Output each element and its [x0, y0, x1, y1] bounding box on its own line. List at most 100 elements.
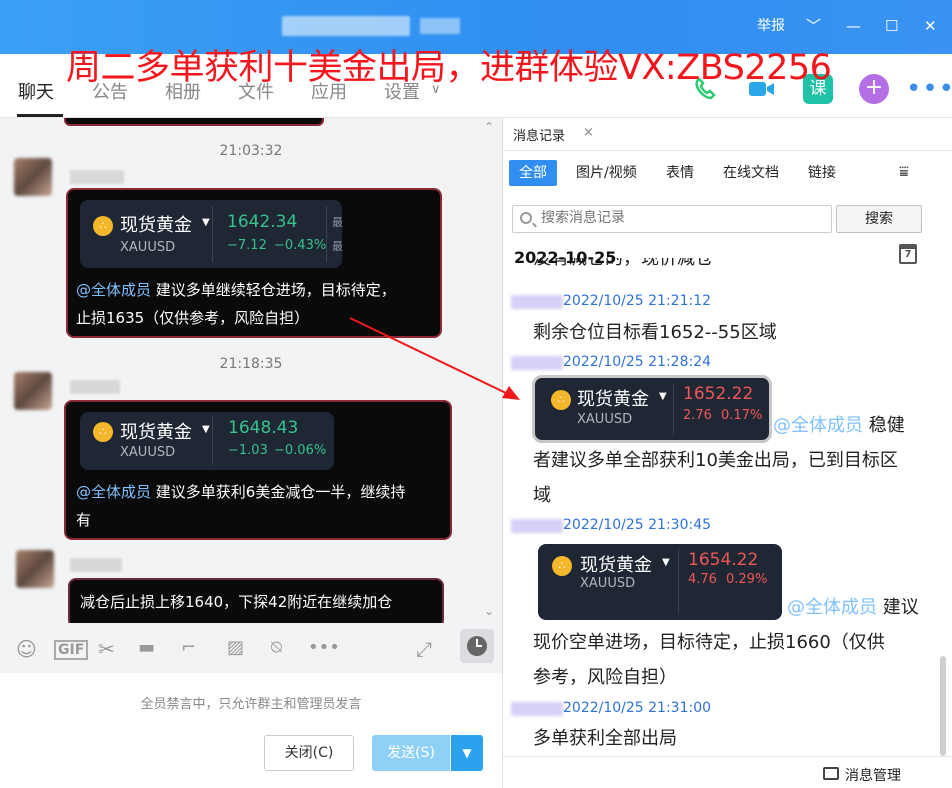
- quote-name: 现货黄金: [120, 215, 192, 236]
- record-time: 2022/10/25 21:31:00: [563, 700, 712, 716]
- send-button[interactable]: 发送(S): [372, 735, 450, 771]
- more-icon[interactable]: •••: [308, 637, 340, 658]
- gif-icon[interactable]: GIF: [54, 640, 89, 660]
- expand-icon[interactable]: ⤢: [416, 637, 432, 661]
- close-button[interactable]: 关闭(C): [264, 735, 354, 771]
- send-options-dropdown[interactable]: ▼: [451, 735, 483, 771]
- quote-change: 4.76: [688, 572, 717, 587]
- record-text: 者建议多单全部获利10美金出局，已到目标区: [533, 450, 898, 471]
- message-records-panel: 消息记录 × 全部 图片/视频 表情 在线文档 链接 ⩸ 搜索 2022-10-…: [503, 118, 952, 788]
- filter-funnel-icon[interactable]: ⩸: [899, 162, 909, 182]
- minimize-icon[interactable]: —: [846, 16, 861, 36]
- scissors-icon[interactable]: ✂: [98, 637, 115, 661]
- filter-media[interactable]: 图片/视频: [566, 160, 647, 186]
- filter-docs[interactable]: 在线文档: [713, 160, 789, 186]
- maximize-icon[interactable]: ☐: [885, 16, 898, 36]
- dropdown-caret-icon: ▼: [662, 557, 670, 568]
- chat-message-area[interactable]: ⌃ 21:03:32 ∴ 现货黄金 ▼ XAUUSD 1642.34 −7.12…: [0, 118, 502, 623]
- sender-name-blurred: [70, 380, 120, 394]
- records-scrollbar[interactable]: [940, 656, 946, 756]
- gold-quote-card[interactable]: ∴ 现货黄金 ▼ XAUUSD 1652.22 2.76 0.17%: [532, 375, 772, 443]
- quote-symbol: XAUUSD: [120, 445, 176, 460]
- search-icon: [520, 212, 532, 224]
- avatar[interactable]: [16, 550, 54, 588]
- mention-all[interactable]: @全体成员: [76, 483, 151, 501]
- quote-change-pct: −0.43%: [274, 238, 327, 253]
- message-bubble[interactable]: ∴ 现货黄金 ▼ XAUUSD 1648.43 −1.03 −0.06% @全体…: [64, 400, 452, 540]
- close-icon[interactable]: ×: [583, 125, 594, 140]
- more-options-icon[interactable]: •••: [906, 74, 952, 104]
- quote-price: 1642.34: [227, 212, 298, 232]
- message-text: 减仓后止损上移1640，下探42附近在继续加仓: [80, 593, 393, 611]
- record-sender-blurred: [511, 519, 563, 533]
- mention-all[interactable]: @全体成员: [773, 415, 863, 436]
- record-time: 2022/10/25 21:28:24: [563, 354, 712, 370]
- quote-change: −7.12: [227, 238, 267, 253]
- record-time: 2022/10/25 21:30:45: [563, 517, 712, 533]
- history-icon: [467, 636, 487, 656]
- clipped-record: 没有减仓的，现价减仓: [533, 258, 943, 282]
- gold-quote-card[interactable]: ∴ 现货黄金 ▼ XAUUSD 1654.22 4.76 0.29%: [538, 544, 782, 620]
- records-tab[interactable]: 消息记录: [513, 125, 565, 144]
- record-line: 建议: [877, 597, 919, 618]
- dropdown-caret-icon: ▼: [202, 424, 210, 435]
- filter-stickers[interactable]: 表情: [656, 160, 704, 186]
- record-sender-blurred: [511, 295, 563, 309]
- sender-name-blurred: [70, 558, 122, 572]
- message-manager-icon[interactable]: [823, 767, 839, 780]
- active-tab-underline: [17, 114, 63, 117]
- filter-all[interactable]: 全部: [509, 160, 557, 186]
- gold-coin-mark: ∴: [99, 425, 107, 438]
- record-text: @全体成员 稳健: [773, 409, 943, 443]
- timestamp: 21:18:35: [219, 356, 283, 372]
- history-button[interactable]: [460, 629, 494, 663]
- record-sender-blurred: [511, 702, 563, 716]
- quote-change: −1.03: [228, 443, 268, 458]
- gold-coin-mark: ∴: [558, 559, 566, 572]
- mention-all[interactable]: @全体成员: [76, 281, 151, 299]
- screenshot-icon[interactable]: ⌐: [181, 637, 196, 658]
- quote-change-pct: 0.29%: [726, 572, 768, 587]
- tab-divider: [503, 150, 952, 151]
- message-bubble[interactable]: 减仓后止损上移1640，下探42附近在继续加仓: [68, 578, 444, 623]
- dropdown-caret-icon: ▼: [202, 217, 210, 228]
- mention-all[interactable]: @全体成员: [787, 597, 877, 618]
- tab-chat[interactable]: 聊天: [18, 78, 54, 104]
- mute-icon[interactable]: ⍉: [271, 637, 282, 658]
- card-divider: [212, 206, 213, 262]
- message-bubble[interactable]: ∴ 现货黄金 ▼ XAUUSD 1642.34 −7.12 −0.43% 最 最…: [66, 188, 442, 338]
- record-text: @全体成员 建议: [787, 591, 947, 625]
- emoji-icon[interactable]: ☺: [16, 637, 37, 661]
- search-button[interactable]: 搜索: [836, 205, 922, 233]
- mute-notice: 全员禁言中，只允许群主和管理员发言: [140, 697, 362, 712]
- filter-links[interactable]: 链接: [798, 160, 846, 186]
- avatar[interactable]: [14, 372, 52, 410]
- card-divider: [212, 417, 213, 465]
- gold-quote-card[interactable]: ∴ 现货黄金 ▼ XAUUSD 1642.34 −7.12 −0.43% 最 最: [80, 200, 343, 268]
- folder-icon[interactable]: ▬: [138, 637, 155, 658]
- scroll-up-icon[interactable]: ⌃: [484, 120, 494, 134]
- record-text: 现价空单进场，目标待定，止损1660（仅供: [533, 632, 885, 653]
- avatar[interactable]: [14, 158, 52, 196]
- close-icon[interactable]: ✕: [924, 16, 937, 36]
- quote-name: 现货黄金: [577, 389, 649, 410]
- message-text: @全体成员 建议多单继续轻仓进场，目标待定， 止损1635（仅供参考，风险自担）: [76, 276, 396, 332]
- search-box[interactable]: [512, 205, 832, 233]
- image-icon[interactable]: ▨: [227, 637, 244, 658]
- timestamp: 21:03:32: [219, 143, 283, 159]
- chevron-down-icon[interactable]: ﹀: [806, 16, 821, 36]
- gold-coin-mark: ∴: [557, 393, 565, 406]
- record-line: 稳健: [863, 415, 905, 436]
- message-manager-link[interactable]: 消息管理: [845, 765, 901, 785]
- sender-name-blurred: [70, 170, 124, 184]
- record-text: 参考，风险自担）: [533, 667, 677, 688]
- quote-price: 1654.22: [688, 550, 759, 570]
- promo-overlay-text: 周二多单获利十美金出局，进群体验VX:ZBS2256: [66, 48, 832, 88]
- search-input[interactable]: [541, 210, 821, 226]
- prev-message-bubble-edge: [64, 118, 324, 126]
- quote-name: 现货黄金: [580, 555, 652, 576]
- gold-quote-card[interactable]: ∴ 现货黄金 ▼ XAUUSD 1648.43 −1.03 −0.06%: [80, 412, 334, 470]
- report-button[interactable]: 举报: [757, 16, 785, 36]
- add-icon[interactable]: +: [859, 74, 889, 104]
- scroll-down-icon[interactable]: ⌄: [484, 604, 494, 618]
